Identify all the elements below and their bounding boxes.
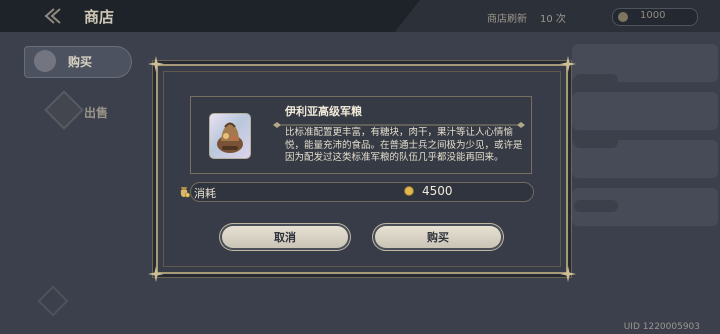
corner-ornament-icon xyxy=(148,266,164,282)
shop-item-price xyxy=(574,74,618,86)
user-id: UID 1220005903 xyxy=(623,322,700,332)
corner-ornament-icon xyxy=(560,56,576,72)
cost-value: 4500 xyxy=(422,184,453,198)
refresh-count: 10 次 xyxy=(540,14,566,25)
shop-item-price xyxy=(574,200,618,212)
cart-icon xyxy=(34,50,56,72)
sell-icon[interactable] xyxy=(44,90,84,130)
shop-item-card[interactable] xyxy=(572,92,718,130)
sidebar-item-sell-label[interactable]: 出售 xyxy=(84,104,108,121)
item-info-panel: 伊利亚高级军粮 比标准配置更丰富，有糖块，肉干，果汁等让人心情愉悦，能量充沛的食… xyxy=(190,96,532,174)
cancel-button[interactable]: 取消 xyxy=(222,226,348,248)
item-description: 比标准配置更丰富，有糖块，肉干，果汁等让人心情愉悦，能量充沛的食品。在普通士兵之… xyxy=(285,127,523,163)
shop-item-price xyxy=(574,136,618,148)
page-title: 商店 xyxy=(84,8,115,26)
menu-diamond-icon[interactable] xyxy=(37,285,69,317)
sidebar-item-buy-label: 购买 xyxy=(68,55,93,69)
buy-button[interactable]: 购买 xyxy=(375,226,501,248)
coin-icon xyxy=(405,187,413,195)
coin-bag-icon xyxy=(180,187,190,198)
cost-label: 消耗 xyxy=(194,187,216,200)
ration-bag-icon xyxy=(217,122,243,153)
back-arrow-icon[interactable] xyxy=(40,6,64,26)
corner-ornament-icon xyxy=(560,266,576,282)
corner-ornament-icon xyxy=(148,56,164,72)
purchase-dialog: 伊利亚高级军粮 比标准配置更丰富，有糖块，肉干，果汁等让人心情愉悦，能量充沛的食… xyxy=(148,56,576,282)
currency-value: 1000 xyxy=(640,10,666,21)
item-name: 伊利亚高级军粮 xyxy=(285,105,362,118)
item-thumbnail xyxy=(209,113,251,159)
refresh-label: 商店刷新 xyxy=(487,14,527,25)
coin-icon xyxy=(618,12,628,22)
cost-row xyxy=(190,182,534,202)
